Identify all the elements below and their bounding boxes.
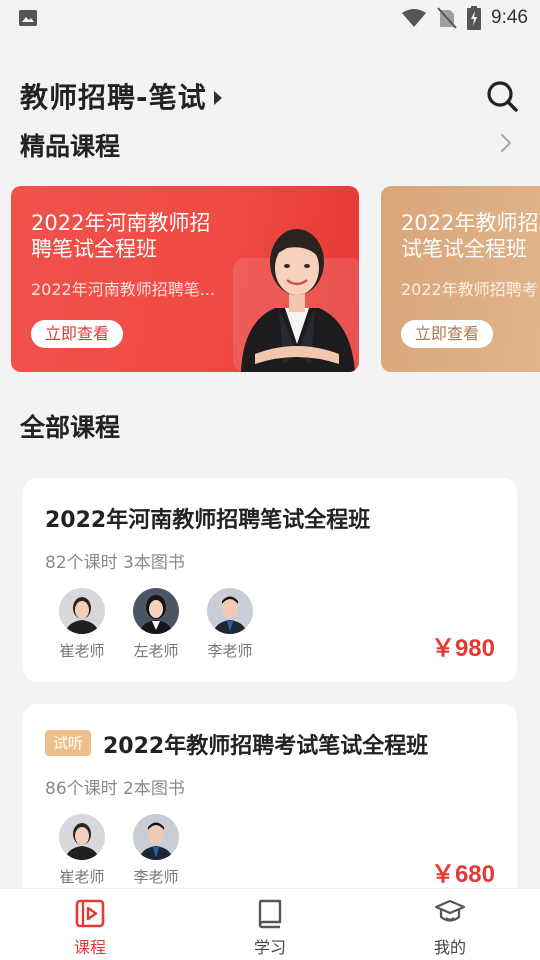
course-title: 2022年教师招聘考试笔试全程班: [103, 734, 429, 759]
teacher-name: 左老师: [133, 642, 179, 660]
image-icon: [19, 10, 37, 26]
teacher-name: 崔老师: [59, 642, 105, 660]
teacher: 崔老师: [50, 814, 114, 887]
teacher-name: 崔老师: [59, 868, 105, 886]
exam-category-selector[interactable]: 教师招聘-笔试: [20, 76, 207, 116]
bottom-tab-bar: 课程 学习 我的: [0, 888, 540, 960]
teacher: 李老师: [198, 588, 262, 661]
status-time: 9:46: [491, 7, 528, 28]
course-price: ￥680: [430, 861, 495, 888]
tab-mine[interactable]: 我的: [360, 889, 540, 960]
teacher-name: 李老师: [133, 868, 179, 886]
view-now-button[interactable]: 立即查看: [401, 320, 494, 348]
banner-subtitle: 2022年教师招聘考: [401, 280, 538, 299]
course-meta: 86个课时 2本图书: [45, 779, 185, 799]
chevron-right-icon[interactable]: [496, 131, 516, 155]
status-bar: 9:46: [0, 0, 540, 36]
avatar: [59, 588, 105, 634]
avatar: [207, 588, 253, 634]
tab-label: 课程: [73, 938, 106, 957]
teacher: 李老师: [124, 814, 188, 887]
featured-section-title: 精品课程: [20, 132, 121, 161]
tab-study[interactable]: 学习: [180, 889, 360, 960]
book-icon: [258, 899, 282, 929]
teacher-name: 李老师: [207, 642, 253, 660]
all-courses-section-header: 全部课程: [0, 408, 540, 448]
tab-label: 我的: [433, 938, 466, 957]
course-title: 2022年河南教师招聘笔试全程班: [45, 508, 371, 533]
teacher: 崔老师: [50, 588, 114, 661]
graduation-cap-icon: [434, 899, 466, 922]
tab-label: 学习: [253, 938, 286, 957]
trial-badge: 试听: [45, 730, 92, 756]
avatar: [59, 814, 105, 860]
view-now-button[interactable]: 立即查看: [31, 320, 124, 348]
wifi-icon: [402, 9, 427, 27]
course-card[interactable]: 2022年河南教师招聘笔试全程班 82个课时 3本图书 崔老师 左老师 李老师 …: [23, 478, 517, 682]
no-sim-icon: [437, 7, 457, 29]
teacher: 左老师: [124, 588, 188, 661]
featured-carousel[interactable]: 2022年河南教师招聘笔试全程班 2022年河南教师招聘笔... 立即查看 20…: [0, 186, 540, 372]
video-course-icon: [75, 899, 105, 928]
featured-banner[interactable]: 2022年河南教师招聘笔试全程班 2022年河南教师招聘笔... 立即查看: [11, 186, 359, 372]
featured-banner[interactable]: 2022年教师招聘考试笔试全程班 2022年教师招聘考 立即查看: [381, 186, 540, 372]
battery-charging-icon: [467, 6, 482, 30]
caret-right-icon[interactable]: [214, 91, 222, 105]
all-courses-section-title: 全部课程: [20, 413, 121, 442]
course-meta: 82个课时 3本图书: [45, 553, 185, 573]
header: 教师招聘-笔试: [0, 72, 540, 120]
banner-title: 2022年教师招聘考试笔试全程班: [401, 211, 540, 261]
featured-section-header: 精品课程: [0, 127, 540, 167]
tab-courses[interactable]: 课程: [0, 889, 180, 960]
search-icon[interactable]: [484, 78, 520, 114]
course-price: ￥980: [430, 635, 495, 662]
banner-subtitle: 2022年河南教师招聘笔...: [31, 280, 215, 299]
avatar: [133, 814, 179, 860]
teacher-portrait: [241, 229, 355, 372]
banner-title: 2022年河南教师招聘笔试全程班: [31, 211, 211, 261]
avatar: [133, 588, 179, 634]
